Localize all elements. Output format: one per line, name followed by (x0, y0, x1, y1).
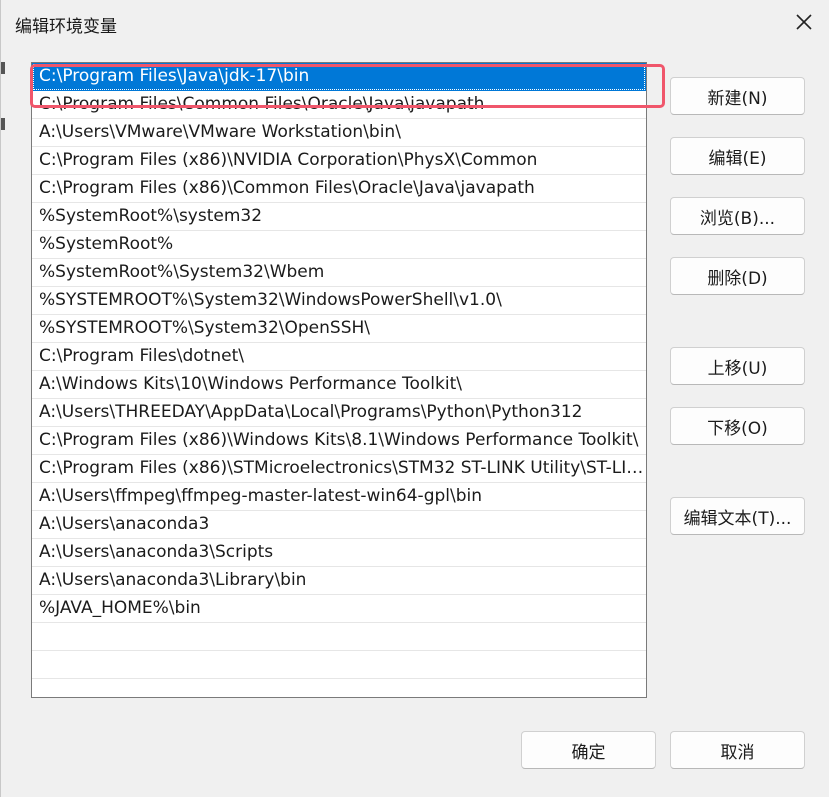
list-item[interactable]: %SystemRoot%\System32\Wbem (32, 259, 646, 287)
close-icon (796, 14, 812, 30)
list-item[interactable] (32, 623, 646, 651)
list-item[interactable]: A:\Users\THREEDAY\AppData\Local\Programs… (32, 399, 646, 427)
list-item[interactable]: C:\Program Files (x86)\Common Files\Orac… (32, 175, 646, 203)
list-item[interactable] (32, 651, 646, 679)
list-item[interactable]: C:\Program Files\Common Files\Oracle\Jav… (32, 91, 646, 119)
move-down-button[interactable]: 下移(O) (670, 407, 805, 445)
list-item[interactable]: A:\Users\anaconda3\Library\bin (32, 567, 646, 595)
edit-environment-variable-dialog: 编辑环境变量 C:\Program Files\Java\jdk-17\bin C… (0, 0, 829, 797)
background-window-edge (1, 118, 5, 130)
list-item[interactable]: C:\Program Files (x86)\Windows Kits\8.1\… (32, 427, 646, 455)
list-item[interactable]: A:\Users\anaconda3 (32, 511, 646, 539)
list-item[interactable]: %SYSTEMROOT%\System32\WindowsPowerShell\… (32, 287, 646, 315)
title-bar: 编辑环境变量 (1, 0, 829, 44)
dialog-title: 编辑环境变量 (15, 17, 117, 37)
list-item[interactable]: C:\Program Files\dotnet\ (32, 343, 646, 371)
list-item[interactable]: C:\Program Files (x86)\STMicroelectronic… (32, 455, 646, 483)
edit-button[interactable]: 编辑(E) (670, 137, 805, 175)
path-entries-list[interactable]: C:\Program Files\Java\jdk-17\bin C:\Progr… (31, 62, 647, 698)
list-item[interactable]: C:\Program Files (x86)\NVIDIA Corporatio… (32, 147, 646, 175)
list-item[interactable]: %SystemRoot%\system32 (32, 203, 646, 231)
list-item[interactable]: A:\Windows Kits\10\Windows Performance T… (32, 371, 646, 399)
delete-button[interactable]: 删除(D) (670, 257, 805, 295)
edit-text-button[interactable]: 编辑文本(T)... (670, 497, 805, 535)
list-item[interactable]: %SystemRoot% (32, 231, 646, 259)
close-button[interactable] (782, 2, 826, 42)
list-item[interactable]: C:\Program Files\Java\jdk-17\bin (32, 63, 646, 91)
list-item[interactable]: %JAVA_HOME%\bin (32, 595, 646, 623)
ok-button[interactable]: 确定 (521, 731, 656, 769)
list-item[interactable]: A:\Users\anaconda3\Scripts (32, 539, 646, 567)
cancel-button[interactable]: 取消 (670, 731, 805, 769)
list-item[interactable]: %SYSTEMROOT%\System32\OpenSSH\ (32, 315, 646, 343)
background-window-edge (1, 62, 5, 74)
list-item[interactable]: A:\Users\ffmpeg\ffmpeg-master-latest-win… (32, 483, 646, 511)
new-button[interactable]: 新建(N) (670, 77, 805, 115)
list-item[interactable]: A:\Users\VMware\VMware Workstation\bin\ (32, 119, 646, 147)
move-up-button[interactable]: 上移(U) (670, 347, 805, 385)
browse-button[interactable]: 浏览(B)... (670, 197, 805, 235)
